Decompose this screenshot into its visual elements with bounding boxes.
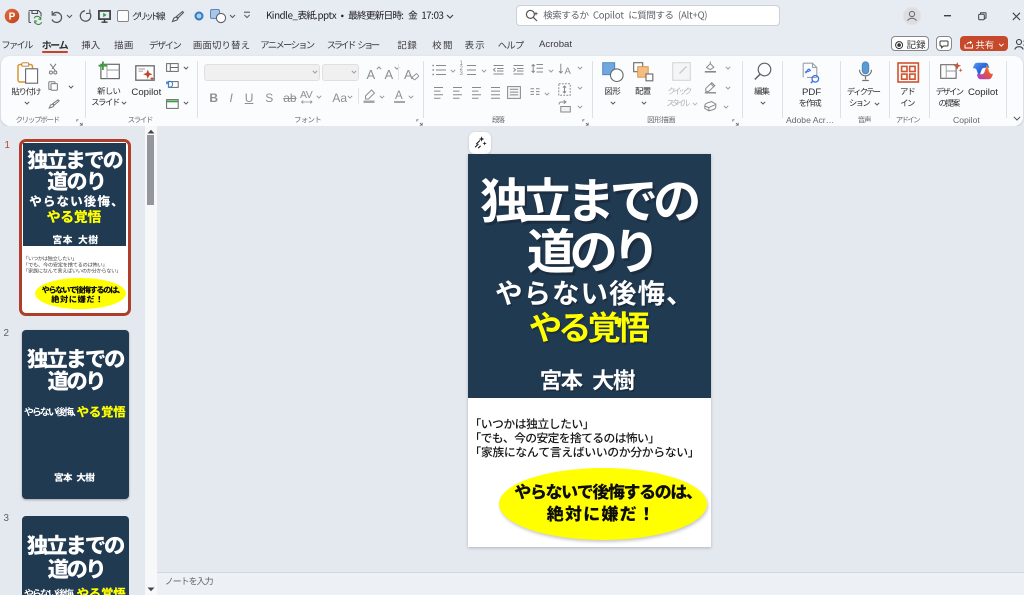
svg-text:P: P (9, 12, 16, 23)
svg-text:A: A (565, 66, 572, 77)
